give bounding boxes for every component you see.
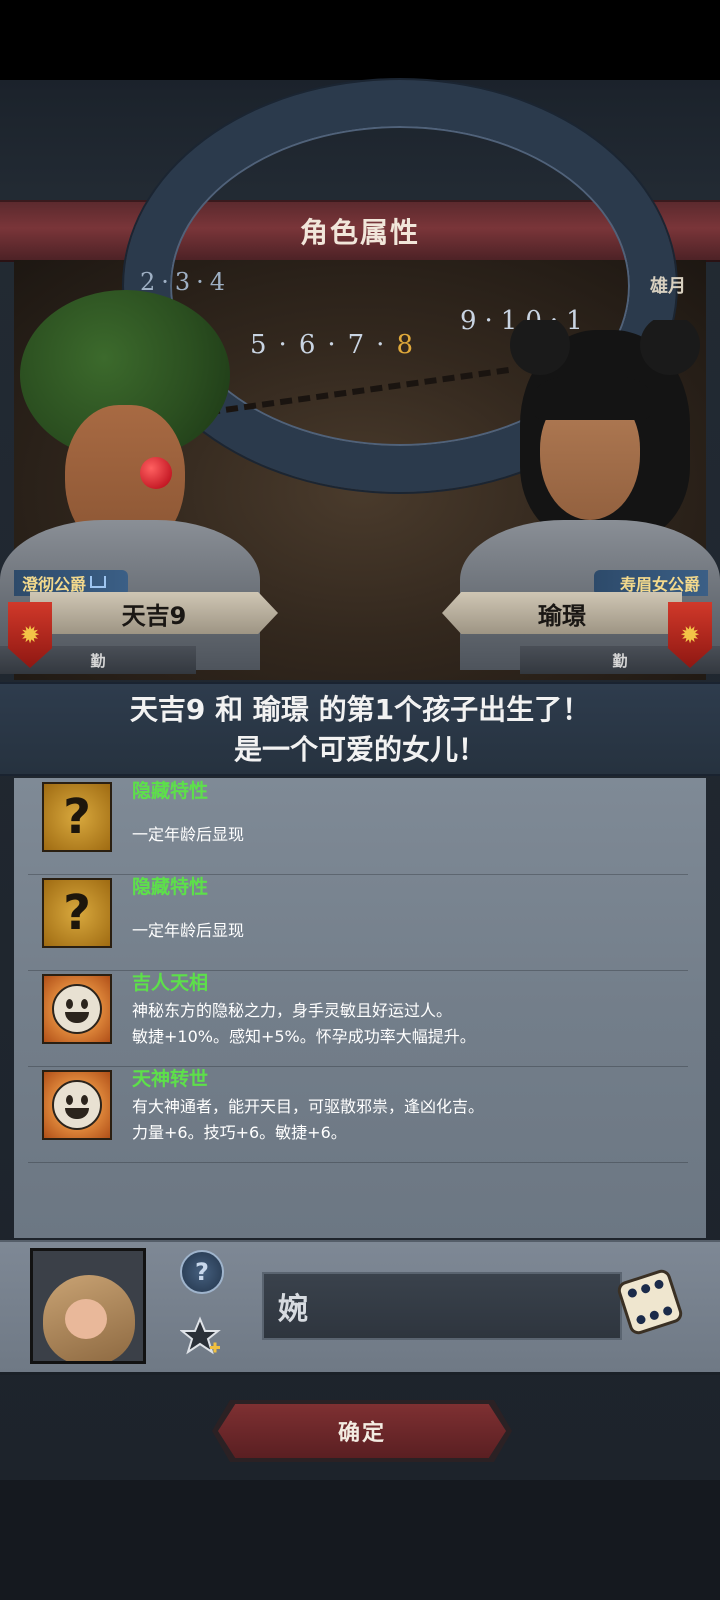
mother-name: 瑜璟 bbox=[538, 601, 586, 630]
trait-description: 一定年龄后显现 bbox=[132, 825, 245, 844]
mother-trait: 勤 bbox=[612, 651, 628, 670]
trait-name: 隐藏特性 bbox=[132, 876, 209, 898]
help-icon[interactable]: ? bbox=[180, 1250, 224, 1294]
confirm-button[interactable]: 确定 bbox=[218, 1404, 506, 1458]
dice-icon[interactable] bbox=[616, 1268, 684, 1336]
trait-name: 天神转世 bbox=[132, 1068, 209, 1090]
baby-face bbox=[65, 1299, 107, 1339]
trait-description: 一定年龄后显现 bbox=[132, 921, 245, 940]
dial-number: 7 bbox=[347, 330, 377, 360]
crown-icon bbox=[90, 576, 107, 588]
father-name: 天吉9 bbox=[121, 601, 187, 630]
dial-number: 6 bbox=[298, 330, 328, 360]
trait-list[interactable]: ? 隐藏特性 一定年龄后显现 ? 隐藏特性 一定年龄后显现 吉人天相 神秘东方的… bbox=[14, 778, 706, 1238]
corner-label: 雄月 bbox=[650, 276, 686, 297]
status-bar-area bbox=[0, 0, 720, 80]
trait-desc-line2: 敏捷+10%。感知+5%。怀孕成功率大幅提升。 bbox=[132, 1027, 476, 1046]
mother-name-banner: 瑜璟 bbox=[442, 592, 682, 634]
trait-item[interactable]: ? 隐藏特性 一定年龄后显现 bbox=[28, 778, 688, 875]
bottom-area bbox=[0, 1480, 720, 1600]
father-name-banner: 天吉9 bbox=[30, 592, 278, 634]
dial-current-month: 8 bbox=[396, 330, 425, 360]
announcement-line2: 是一个可爱的女儿！ bbox=[233, 733, 486, 766]
trait-desc-line1: 有大神通者，能开天目，可驱散邪祟，逢凶化吉。 bbox=[132, 1097, 485, 1116]
trait-desc-line1: 神秘东方的隐秘之力，身手灵敏且好运过人。 bbox=[132, 1001, 453, 1020]
clown-nose bbox=[140, 457, 172, 489]
trait-item[interactable]: ? 隐藏特性 一定年龄后显现 bbox=[28, 874, 688, 971]
smiley-icon bbox=[42, 1070, 112, 1140]
father-title: 澄彻公爵 bbox=[22, 575, 87, 594]
announcement-line1: 天吉9 和 瑜璟 的第1个孩子出生了！ bbox=[129, 693, 591, 726]
trait-item[interactable]: 吉人天相 神秘东方的隐秘之力，身手灵敏且好运过人。 敏捷+10%。感知+5%。怀… bbox=[28, 970, 688, 1067]
trait-description: 神秘东方的隐秘之力，身手灵敏且好运过人。 敏捷+10%。感知+5%。怀孕成功率大… bbox=[132, 998, 476, 1050]
star-plus-icon[interactable] bbox=[180, 1316, 222, 1358]
question-mark-icon: ? bbox=[42, 782, 112, 852]
mother-title: 寿眉女公爵 bbox=[619, 575, 700, 594]
child-name-input[interactable]: 婉 bbox=[262, 1272, 622, 1340]
child-portrait[interactable] bbox=[30, 1248, 146, 1364]
trait-name: 隐藏特性 bbox=[132, 780, 209, 802]
trait-name: 吉人天相 bbox=[132, 972, 209, 994]
father-trait: 勤 bbox=[90, 651, 106, 670]
smiley-icon bbox=[42, 974, 112, 1044]
trait-desc-line2: 力量+6。技巧+6。敏捷+6。 bbox=[132, 1123, 347, 1142]
birth-announcement: 天吉9 和 瑜璟 的第1个孩子出生了！ 是一个可爱的女儿！ bbox=[0, 682, 720, 776]
trait-description: 有大神通者，能开天目，可驱散邪祟，逢凶化吉。 力量+6。技巧+6。敏捷+6。 bbox=[132, 1094, 484, 1146]
hair-bun-right bbox=[640, 320, 700, 375]
question-mark-icon: ? bbox=[42, 878, 112, 948]
trait-item[interactable]: 天神转世 有大神通者，能开天目，可驱散邪祟，逢凶化吉。 力量+6。技巧+6。敏捷… bbox=[28, 1066, 688, 1163]
mother-bangs bbox=[535, 375, 650, 420]
